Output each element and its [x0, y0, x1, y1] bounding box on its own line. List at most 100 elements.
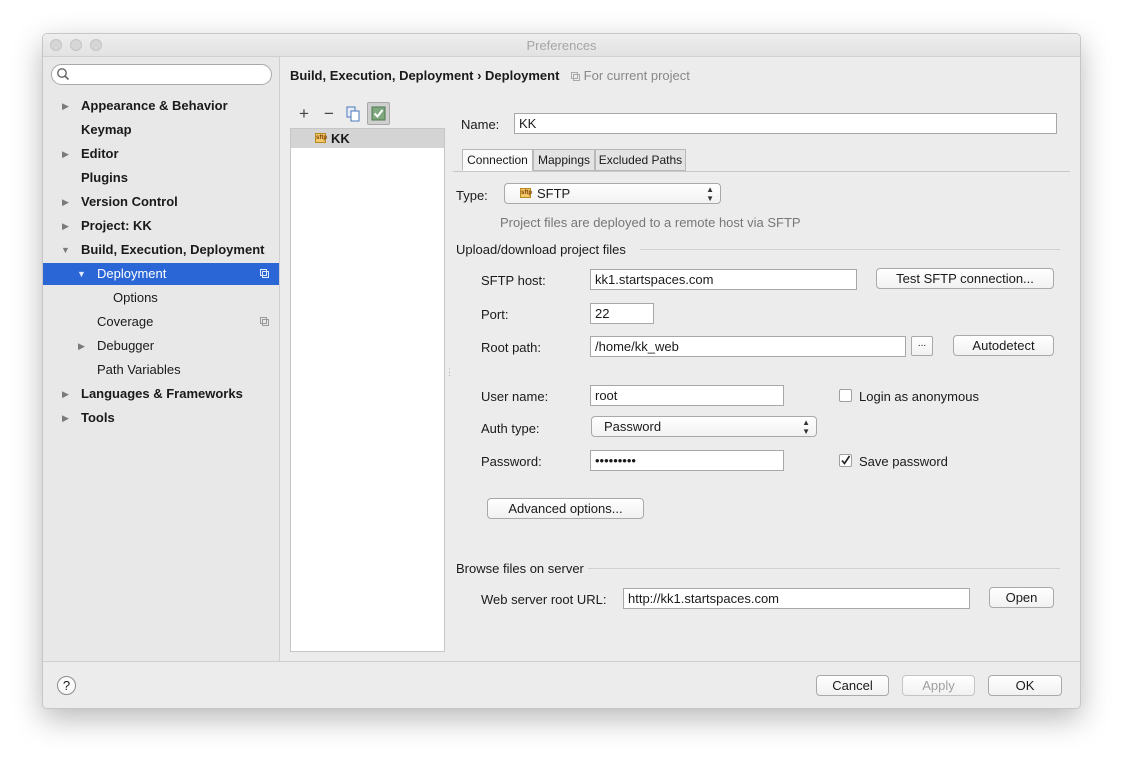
sidebar-item-keymap[interactable]: Keymap — [43, 119, 279, 141]
expand-arrow-icon[interactable]: ▶ — [62, 191, 72, 213]
autodetect-button[interactable]: Autodetect — [953, 335, 1054, 356]
sidebar-item-label: Plugins — [81, 170, 128, 185]
collapse-arrow-icon[interactable]: ▼ — [77, 263, 87, 285]
apply-button[interactable]: Apply — [902, 675, 975, 696]
sidebar-item-project[interactable]: ▶ Project: KK — [43, 215, 279, 237]
updown-arrows-icon: ▲ ▼ — [802, 418, 810, 436]
expand-arrow-icon[interactable]: ▶ — [78, 335, 88, 357]
sidebar-item-label: Tools — [81, 410, 115, 425]
password-field[interactable]: ••••••••• — [590, 450, 784, 471]
advanced-options-button[interactable]: Advanced options... — [487, 498, 644, 519]
upload-section-title: Upload/download project files — [456, 242, 626, 257]
sidebar-item-editor[interactable]: ▶ Editor — [43, 143, 279, 165]
tab-divider — [453, 171, 1070, 172]
sidebar-item-path-variables[interactable]: Path Variables — [43, 359, 279, 381]
title-bar: Preferences — [43, 34, 1080, 57]
expand-arrow-icon[interactable]: ▶ — [62, 95, 72, 117]
root-path-field[interactable]: /home/kk_web — [590, 336, 906, 357]
project-scope-icon — [260, 317, 269, 326]
copy-icon — [346, 106, 360, 122]
use-as-default-button[interactable] — [367, 102, 390, 125]
window-title: Preferences — [526, 38, 597, 53]
search-icon — [57, 68, 70, 81]
save-password-checkbox[interactable] — [839, 454, 852, 467]
auth-type-select[interactable]: Password ▲ ▼ — [591, 416, 817, 437]
port-field[interactable]: 22 — [590, 303, 654, 324]
sidebar-item-label: Keymap — [81, 122, 132, 137]
open-button[interactable]: Open — [989, 587, 1054, 608]
sidebar-item-label: Options — [113, 290, 158, 305]
expand-arrow-icon[interactable]: ▶ — [62, 143, 72, 165]
type-select[interactable]: sftp SFTP ▲ ▼ — [504, 183, 721, 204]
web-root-url-label: Web server root URL: — [481, 592, 607, 607]
sidebar-item-options[interactable]: Options — [43, 287, 279, 309]
type-hint: Project files are deployed to a remote h… — [500, 215, 801, 230]
sidebar-item-appearance[interactable]: ▶ Appearance & Behavior — [43, 95, 279, 117]
section-divider — [588, 568, 1060, 569]
tab-connection[interactable]: Connection — [462, 149, 533, 171]
password-label: Password: — [481, 454, 542, 469]
sidebar-item-version-control[interactable]: ▶ Version Control — [43, 191, 279, 213]
login-anonymous-checkbox[interactable] — [839, 389, 852, 402]
updown-arrows-icon: ▲ ▼ — [706, 185, 714, 203]
scope-text: For current project — [583, 68, 690, 83]
auth-type-value: Password — [604, 419, 662, 434]
test-connection-button[interactable]: Test SFTP connection... — [876, 268, 1054, 289]
name-label: Name: — [461, 117, 500, 132]
sidebar-item-label: Coverage — [97, 314, 154, 329]
sidebar-item-build[interactable]: ▼ Build, Execution, Deployment — [43, 239, 279, 261]
preferences-window: Preferences ▶ Appearance & Behavior Keym… — [42, 33, 1081, 709]
port-label: Port: — [481, 307, 509, 322]
collapse-arrow-icon[interactable]: ▼ — [61, 239, 71, 261]
name-field[interactable]: KK — [514, 113, 1057, 134]
breadcrumb: Build, Execution, Deployment › Deploymen… — [290, 68, 690, 83]
auth-type-label: Auth type: — [481, 421, 540, 436]
login-anonymous-label: Login as anonymous — [859, 389, 979, 404]
sidebar-item-languages[interactable]: ▶ Languages & Frameworks — [43, 383, 279, 405]
scope-label: For current project — [571, 68, 690, 83]
sidebar-item-label: Editor — [81, 146, 119, 161]
sidebar-item-label: Version Control — [81, 194, 178, 209]
sidebar-item-tools[interactable]: ▶ Tools — [43, 407, 279, 429]
remove-server-button[interactable]: − — [319, 104, 339, 124]
sftp-server-icon: sftp — [315, 133, 327, 143]
tab-mappings[interactable]: Mappings — [533, 149, 595, 171]
sidebar-item-label: Languages & Frameworks — [81, 386, 243, 401]
ok-button[interactable]: OK — [988, 675, 1062, 696]
sidebar-item-label: Path Variables — [97, 362, 181, 377]
tab-excluded-paths[interactable]: Excluded Paths — [595, 149, 686, 171]
type-label: Type: — [456, 188, 488, 203]
help-button[interactable]: ? — [57, 676, 76, 695]
sidebar-item-label: Build, Execution, Deployment — [81, 242, 265, 257]
splitter-handle[interactable]: ⋮ — [445, 367, 454, 379]
sidebar-item-label: Deployment — [97, 266, 167, 281]
browse-section-title: Browse files on server — [456, 561, 584, 576]
web-root-url-field[interactable]: http://kk1.startspaces.com — [623, 588, 970, 609]
list-item[interactable]: sftp KK — [291, 129, 444, 148]
sidebar-item-plugins[interactable]: Plugins — [43, 167, 279, 189]
cancel-button[interactable]: Cancel — [816, 675, 889, 696]
sidebar-item-label: Project: KK — [81, 218, 152, 233]
expand-arrow-icon[interactable]: ▶ — [62, 407, 72, 429]
expand-arrow-icon[interactable]: ▶ — [62, 383, 72, 405]
add-server-button[interactable]: + — [294, 104, 314, 124]
dialog-footer: ? Cancel Apply OK — [43, 661, 1080, 708]
search-input[interactable] — [51, 64, 272, 85]
copy-server-button[interactable] — [343, 104, 363, 124]
sftp-icon: sftp — [520, 188, 532, 198]
server-name: KK — [331, 131, 350, 146]
project-scope-icon — [260, 269, 269, 278]
sidebar-item-debugger[interactable]: ▶ Debugger — [43, 335, 279, 357]
project-scope-icon — [571, 72, 581, 81]
sidebar-item-deployment[interactable]: ▼ Deployment — [43, 263, 279, 285]
sidebar-item-label: Appearance & Behavior — [81, 98, 228, 113]
type-value: SFTP — [537, 186, 571, 201]
sidebar-item-coverage[interactable]: Coverage — [43, 311, 279, 333]
sftp-host-field[interactable]: kk1.startspaces.com — [590, 269, 857, 290]
browse-button[interactable]: ... — [911, 336, 933, 356]
user-name-label: User name: — [481, 389, 549, 404]
user-name-field[interactable]: root — [590, 385, 784, 406]
expand-arrow-icon[interactable]: ▶ — [62, 215, 72, 237]
default-check-icon — [371, 106, 386, 121]
save-password-label: Save password — [859, 454, 948, 469]
